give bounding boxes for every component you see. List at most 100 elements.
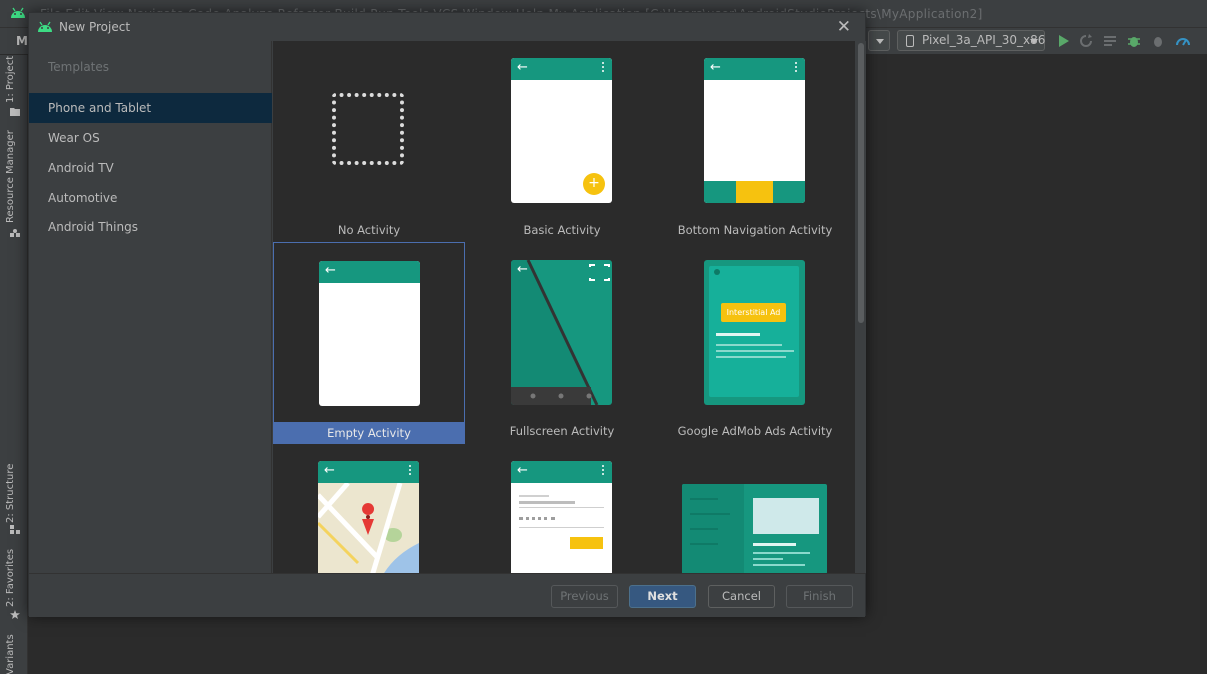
dialog-title: New Project: [59, 20, 131, 34]
star-icon: [10, 610, 20, 619]
sidebar-header: Templates: [48, 60, 110, 74]
map-graphic: [318, 483, 419, 573]
dialog-titlebar: New Project ✕: [29, 13, 865, 41]
dialog-footer: Previous Next Cancel Finish: [29, 573, 865, 617]
phone-preview: ←: [704, 58, 805, 203]
previous-button[interactable]: Previous: [551, 585, 618, 608]
text-line: [716, 356, 786, 358]
chevron-down-icon: [1030, 39, 1038, 44]
close-dot-icon: [714, 269, 720, 275]
run-icon[interactable]: [1055, 33, 1071, 49]
phone-preview: Interstitial Ad: [704, 260, 805, 405]
sidebar-item-android-tv[interactable]: Android TV: [29, 153, 272, 183]
app-bar: ←: [318, 461, 419, 483]
template-label: Bottom Navigation Activity: [677, 223, 833, 237]
template-label: Fullscreen Activity: [509, 424, 615, 438]
tab-project[interactable]: 1: Project: [5, 56, 16, 103]
interstitial-ad-badge: Interstitial Ad: [721, 303, 786, 322]
android-logo-icon: [38, 21, 52, 32]
list-line: [690, 528, 718, 530]
list-line: [690, 498, 718, 500]
sidebar-item-wear-os[interactable]: Wear OS: [29, 123, 272, 153]
app-bar: ←: [319, 261, 420, 283]
template-gallery: No Activity ← + Basic Activity ← Bottom …: [273, 41, 855, 573]
gallery-scrollbar[interactable]: [856, 41, 866, 573]
template-label: Basic Activity: [523, 223, 601, 237]
scrollbar-thumb[interactable]: [858, 43, 864, 323]
detail-line: [753, 552, 810, 554]
app-bar: ←: [511, 58, 612, 80]
overflow-menu-icon: [795, 62, 798, 74]
email-field-underline: [519, 507, 604, 508]
email-field-label: [519, 495, 549, 497]
email-field-placeholder: [519, 501, 575, 504]
phone-preview: ←: [319, 261, 420, 406]
detail-line: [753, 558, 783, 560]
template-label: Empty Activity: [273, 422, 465, 444]
close-icon[interactable]: ✕: [837, 17, 851, 37]
tab-build-variants[interactable]: Variants: [5, 634, 16, 674]
device-selector[interactable]: Pixel_3a_API_30_x86: [897, 30, 1045, 51]
detail-line: [753, 543, 796, 546]
template-empty-activity[interactable]: ← Empty Activity: [273, 242, 465, 444]
template-no-activity[interactable]: No Activity: [273, 41, 465, 243]
tablet-preview: [682, 484, 827, 573]
text-line: [716, 333, 760, 336]
template-google-maps-activity[interactable]: ←: [273, 443, 465, 573]
app-bar: ←: [511, 461, 612, 483]
template-fullscreen-activity[interactable]: ← Fullscreen Activity: [466, 242, 658, 444]
tab-favorites[interactable]: 2: Favorites: [5, 549, 16, 607]
sign-in-button-preview: [570, 537, 603, 549]
bottom-nav-selected-item: [736, 181, 773, 203]
cancel-button[interactable]: Cancel: [708, 585, 775, 608]
empty-placeholder-icon: [332, 93, 404, 165]
overflow-menu-icon: [602, 62, 605, 74]
attach-debugger-icon[interactable]: [1150, 33, 1166, 49]
detail-line: [753, 564, 805, 566]
detail-image: [753, 498, 819, 534]
finish-button[interactable]: Finish: [786, 585, 853, 608]
bottom-nav-bar: [704, 181, 805, 203]
tab-resource-manager[interactable]: Resource Manager: [5, 130, 16, 223]
password-field-underline: [519, 527, 604, 528]
debug-icon[interactable]: [1126, 33, 1142, 49]
profiler-icon[interactable]: [1175, 33, 1191, 49]
back-arrow-icon: ←: [324, 463, 335, 478]
list-line: [690, 513, 730, 515]
next-button[interactable]: Next: [629, 585, 696, 608]
apply-code-changes-icon[interactable]: [1102, 33, 1118, 49]
phone-icon: [906, 35, 914, 47]
back-arrow-icon: ←: [517, 262, 528, 277]
text-line: [716, 350, 794, 352]
back-arrow-icon: ←: [710, 60, 721, 75]
phone-preview: ←: [511, 461, 612, 573]
text-line: [716, 344, 782, 346]
apply-changes-icon[interactable]: [1078, 33, 1094, 49]
back-arrow-icon: ←: [325, 263, 336, 278]
sidebar-item-android-things[interactable]: Android Things: [29, 212, 272, 242]
run-config-dropdown[interactable]: [868, 30, 890, 51]
template-bottom-navigation-activity[interactable]: ← Bottom Navigation Activity: [659, 41, 851, 243]
overflow-menu-icon: [409, 465, 412, 477]
fullscreen-diagonal-graphic: [511, 260, 610, 405]
new-project-dialog: New Project ✕ Templates Phone and Tablet…: [28, 12, 866, 617]
sidebar-item-phone-and-tablet[interactable]: Phone and Tablet: [29, 93, 272, 123]
folder-icon: [10, 108, 20, 116]
template-label: Google AdMob Ads Activity: [677, 424, 833, 438]
android-logo-icon: [11, 7, 25, 18]
device-name: Pixel_3a_API_30_x86: [922, 33, 1046, 47]
app-bar: ←: [704, 58, 805, 80]
template-login-activity[interactable]: ←: [466, 443, 658, 573]
phone-preview: ← +: [511, 58, 612, 203]
list-line: [690, 543, 718, 545]
back-arrow-icon: ←: [517, 463, 528, 478]
sidebar-item-automotive[interactable]: Automotive: [29, 183, 272, 213]
resources-icon: [10, 229, 20, 237]
fab-plus-icon: +: [583, 173, 605, 195]
template-google-admob-ads-activity[interactable]: Interstitial Ad Google AdMob Ads Activit…: [659, 242, 851, 444]
back-arrow-icon: ←: [517, 60, 528, 75]
template-basic-activity[interactable]: ← + Basic Activity: [466, 41, 658, 243]
tab-structure[interactable]: 2: Structure: [5, 464, 16, 523]
phone-preview: ←: [318, 461, 419, 573]
template-master-detail-flow[interactable]: [659, 443, 851, 573]
